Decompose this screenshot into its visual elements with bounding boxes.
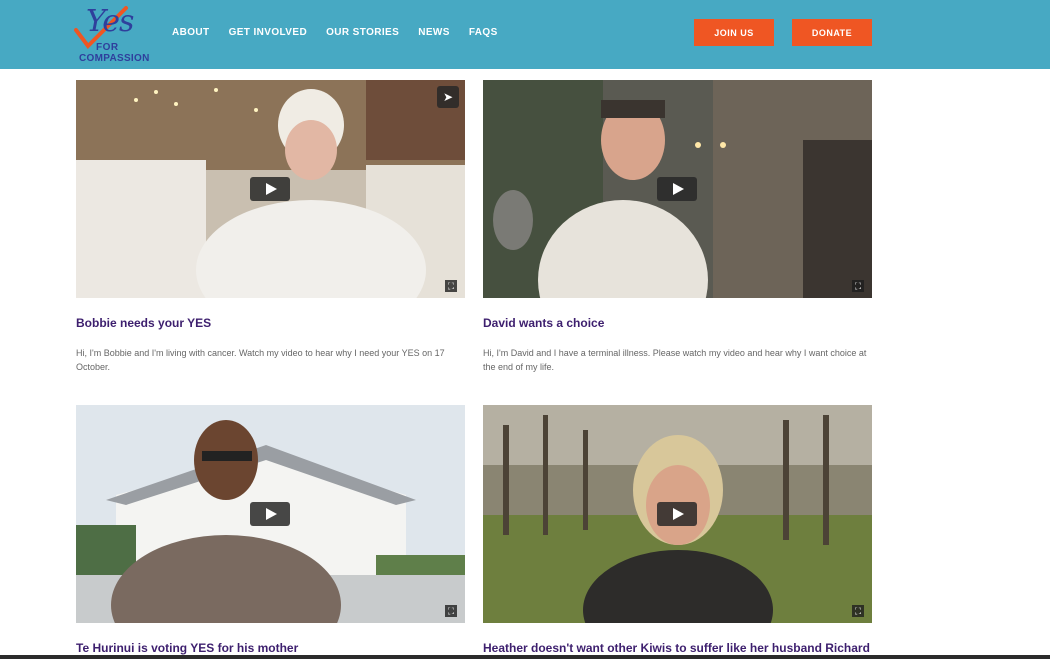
play-icon[interactable] [657,177,697,201]
bottom-scroll-bar [0,655,1050,659]
story-title[interactable]: Te Hurinui is voting YES for his mother [76,641,298,655]
video-thumbnail[interactable]: ⛶ [483,405,872,623]
site-header: Yes FOR COMPASSION ABOUT GET INVOLVED OU… [0,0,1050,69]
join-us-button[interactable]: JOIN US [694,19,774,46]
fullscreen-icon[interactable]: ⛶ [445,280,457,292]
play-icon[interactable] [250,502,290,526]
main-nav: ABOUT GET INVOLVED OUR STORIES NEWS FAQS [172,27,517,38]
nav-about[interactable]: ABOUT [172,27,210,38]
play-icon[interactable] [250,177,290,201]
logo-compassion-text: COMPASSION [79,53,150,64]
video-thumbnail[interactable]: ⛶ [76,405,465,623]
logo-yes-text: Yes [86,4,134,39]
fullscreen-icon[interactable]: ⛶ [852,280,864,292]
donate-button[interactable]: DONATE [792,19,872,46]
logo-for-text: FOR [96,42,119,53]
fullscreen-icon[interactable]: ⛶ [445,605,457,617]
nav-get-involved[interactable]: GET INVOLVED [229,27,308,38]
story-title[interactable]: Bobbie needs your YES [76,316,211,330]
yes-for-compassion-logo[interactable]: Yes FOR COMPASSION [74,2,154,66]
story-description: Hi, I'm Bobbie and I'm living with cance… [76,348,445,372]
video-thumbnail[interactable]: ⛶ [483,80,872,298]
story-description: Hi, I'm David and I have a terminal illn… [483,348,867,372]
story-title[interactable]: Heather doesn't want other Kiwis to suff… [483,641,870,655]
nav-faqs[interactable]: FAQS [469,27,498,38]
play-icon[interactable] [657,502,697,526]
nav-our-stories[interactable]: OUR STORIES [326,27,399,38]
nav-news[interactable]: NEWS [418,27,450,38]
story-title[interactable]: David wants a choice [483,316,604,330]
share-icon[interactable]: ➤ [437,86,459,108]
fullscreen-icon[interactable]: ⛶ [852,605,864,617]
video-thumbnail[interactable]: ➤ ⛶ [76,80,465,298]
